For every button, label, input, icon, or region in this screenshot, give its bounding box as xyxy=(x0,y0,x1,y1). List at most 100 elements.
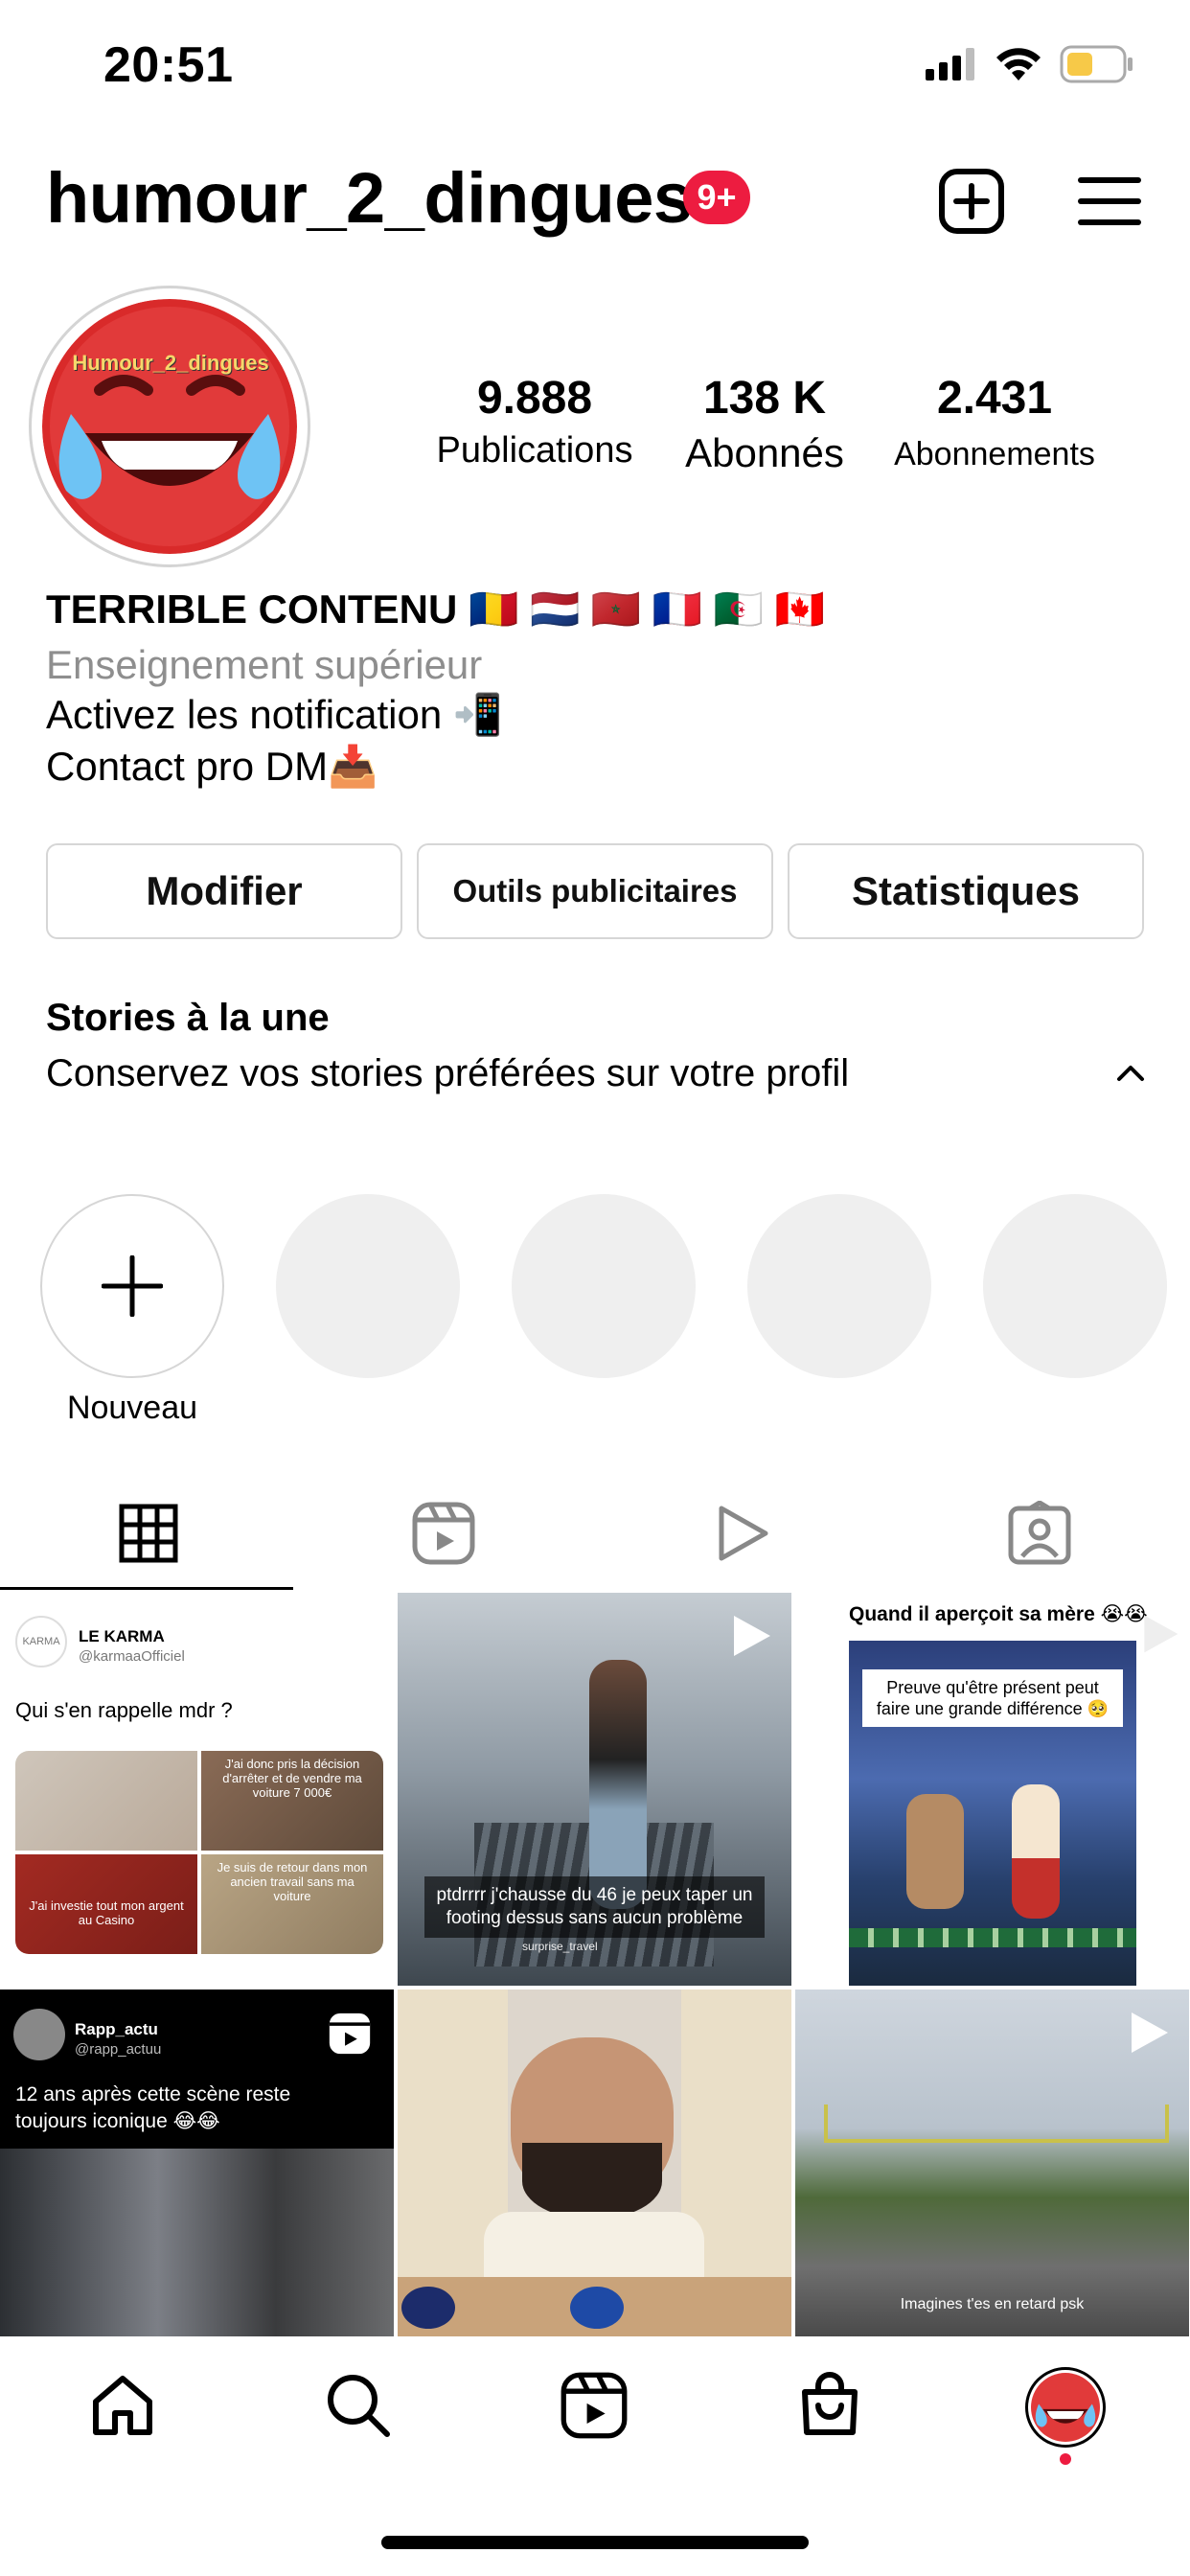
reels-icon xyxy=(412,1502,475,1565)
video-badge-icon xyxy=(1144,1615,1179,1653)
video-badge-icon xyxy=(1132,2012,1168,2053)
stat-label: Abonnements xyxy=(894,436,1095,472)
new-highlight-label: Nouveau xyxy=(66,1390,198,1426)
stat-value: 138 K xyxy=(702,373,827,424)
profile-avatar-icon xyxy=(1031,2373,1100,2442)
chevron-up-icon xyxy=(1117,1066,1144,1081)
collapse-highlights-button[interactable] xyxy=(1113,1062,1148,1090)
grid-icon xyxy=(119,1504,178,1563)
plus-square-icon xyxy=(939,169,1004,234)
bio-name: TERRIBLE CONTENU 🇷🇴 🇳🇱 🇲🇦 🇫🇷 🇩🇿 🇨🇦 xyxy=(46,586,826,632)
cellular-signal-icon xyxy=(926,48,974,80)
bio-line-2: Contact pro DM📥 xyxy=(46,744,378,789)
image-caption: J'ai investie tout mon argent au Casino xyxy=(29,1898,184,1927)
highlights-title: Stories à la une xyxy=(46,997,330,1039)
stat-value: 2.431 xyxy=(936,373,1053,424)
stat-following[interactable]: 2.431 Abonnements xyxy=(881,372,1108,473)
tagged-icon xyxy=(1008,1501,1071,1565)
post-tile[interactable]: Quand il aperçoit sa mère 😭😭 Preuve qu'ê… xyxy=(795,1593,1189,1986)
post-image: J'ai investie tout mon argent au Casino xyxy=(15,1854,197,1954)
stat-followers[interactable]: 138 K Abonnés xyxy=(667,372,862,476)
post-handle: @rapp_actuu xyxy=(75,2041,162,2058)
stat-value: 9.888 xyxy=(476,373,593,424)
post-tile[interactable]: ptdrrrr j'chausse du 46 je peux taper un… xyxy=(398,1593,791,1986)
post-image xyxy=(401,2287,455,2329)
new-highlight-button[interactable] xyxy=(40,1194,224,1378)
nav-home[interactable] xyxy=(84,2367,161,2444)
profile-username[interactable]: humour_2_dingues xyxy=(46,157,693,239)
post-tile[interactable]: Rapp_actu @rapp_actuu 12 ans après cette… xyxy=(0,1990,394,2336)
highlight-placeholder xyxy=(747,1194,931,1378)
wifi-icon xyxy=(996,48,1041,80)
tab-reels[interactable] xyxy=(400,1495,487,1572)
insights-button[interactable]: Statistiques xyxy=(788,843,1144,939)
home-icon xyxy=(93,2376,152,2435)
nav-shop[interactable] xyxy=(791,2367,868,2444)
nav-profile[interactable] xyxy=(1025,2367,1106,2448)
nav-reels[interactable] xyxy=(556,2367,632,2444)
image-caption: Preuve qu'être présent peut faire une gr… xyxy=(862,1669,1123,1727)
post-handle: @karmaaOfficiel xyxy=(79,1648,185,1665)
post-image xyxy=(1012,1784,1060,1919)
battery-icon xyxy=(1060,45,1133,83)
highlights-subtitle: Conservez vos stories préférées sur votr… xyxy=(46,1052,850,1094)
post-caption: Imagines t'es en retard psk xyxy=(900,2296,1085,2312)
reels-icon xyxy=(561,2372,628,2439)
create-post-button[interactable] xyxy=(933,163,1010,240)
shopping-bag-icon xyxy=(802,2372,858,2435)
post-image xyxy=(0,2149,394,2336)
status-time: 20:51 xyxy=(103,37,234,93)
home-indicator[interactable] xyxy=(381,2536,809,2549)
tab-grid[interactable] xyxy=(105,1495,192,1572)
notification-badge[interactable]: 9+ xyxy=(683,171,750,224)
avatar xyxy=(13,2009,65,2060)
highlight-placeholder xyxy=(276,1194,460,1378)
highlight-placeholder xyxy=(512,1194,696,1378)
search-icon xyxy=(328,2375,390,2437)
tab-tagged[interactable] xyxy=(996,1495,1083,1572)
profile-avatar[interactable] xyxy=(29,286,310,567)
stat-label: Abonnés xyxy=(685,430,844,475)
post-image xyxy=(824,2104,1169,2143)
post-account: Rapp_actu xyxy=(75,2020,158,2038)
avatar: KARMA xyxy=(15,1616,67,1668)
post-caption: Quand il aperçoit sa mère 😭😭 xyxy=(849,1603,1148,1625)
bio-category: Enseignement supérieur xyxy=(46,642,483,687)
tab-videos[interactable] xyxy=(699,1495,786,1572)
nav-search[interactable] xyxy=(320,2367,397,2444)
video-badge-icon xyxy=(734,1616,770,1656)
active-tab-indicator xyxy=(0,1587,293,1590)
play-icon xyxy=(719,1506,768,1561)
crying-laughing-emoji-avatar xyxy=(42,299,297,554)
post-caption: Qui s'en rappelle mdr ? xyxy=(15,1698,233,1722)
highlight-placeholder xyxy=(983,1194,1167,1378)
post-account: LE KARMA xyxy=(79,1627,165,1645)
post-subcaption: surprise_travel xyxy=(522,1940,598,1953)
post-tile[interactable]: KARMA LE KARMA @karmaaOfficiel Qui s'en … xyxy=(0,1593,394,1986)
avatar-text: Humour_2_dingues xyxy=(72,351,269,375)
post-image: J'ai donc pris la décision d'arrêter et … xyxy=(201,1751,383,1851)
post-image xyxy=(589,1660,647,1909)
reels-icon xyxy=(329,2012,371,2055)
stat-publications[interactable]: 9.888 Publications xyxy=(429,372,640,472)
post-image: Preuve qu'être présent peut faire une gr… xyxy=(849,1641,1136,1986)
post-image xyxy=(522,2143,662,2220)
profile-notification-dot xyxy=(1060,2453,1071,2465)
image-caption: Je suis de retour dans mon ancien travai… xyxy=(217,1860,368,1903)
menu-button[interactable] xyxy=(1071,163,1148,240)
bio-line-1: Activez les notification 📲 xyxy=(46,692,504,737)
post-tile[interactable] xyxy=(398,1990,791,2336)
hamburger-menu-icon xyxy=(1078,177,1141,225)
post-image xyxy=(849,1928,1136,1947)
post-tile[interactable]: Imagines t'es en retard psk xyxy=(795,1990,1189,2336)
post-image xyxy=(570,2287,624,2329)
post-image xyxy=(906,1794,964,1909)
stat-label: Publications xyxy=(436,430,633,471)
post-caption: 12 ans après cette scène reste toujours … xyxy=(15,2083,291,2132)
edit-profile-button[interactable]: Modifier xyxy=(46,843,402,939)
post-image xyxy=(15,1751,197,1851)
ad-tools-button[interactable]: Outils publicitaires xyxy=(417,843,773,939)
image-caption: J'ai donc pris la décision d'arrêter et … xyxy=(222,1757,362,1800)
post-image: Je suis de retour dans mon ancien travai… xyxy=(201,1854,383,1954)
status-icons xyxy=(926,42,1134,86)
